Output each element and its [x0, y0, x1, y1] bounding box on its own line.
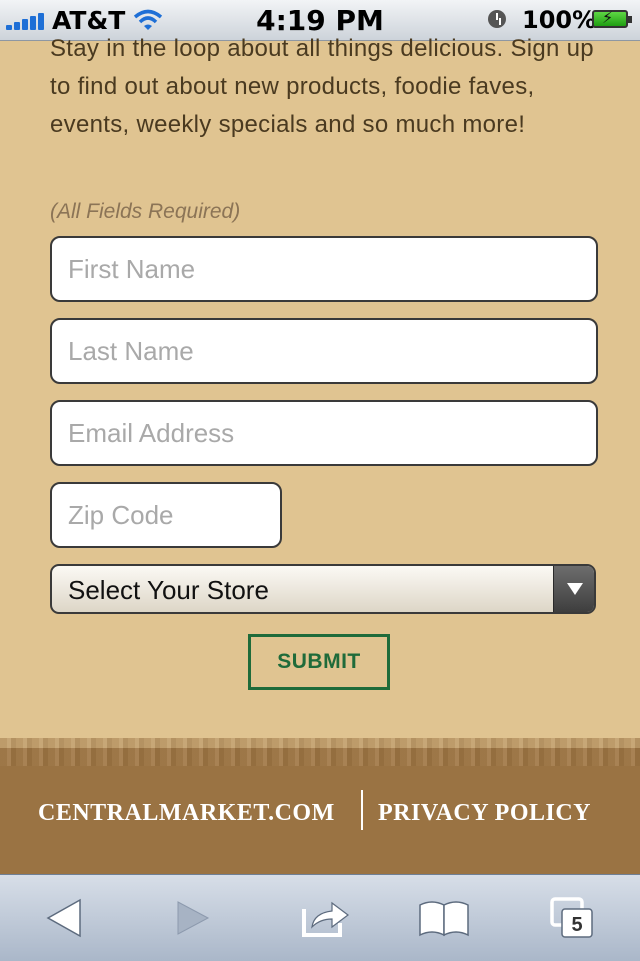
chevron-down-icon [553, 566, 594, 612]
store-select[interactable]: Select Your Store [50, 564, 596, 614]
signup-intro: Stay in the loop about all things delici… [50, 35, 594, 138]
alarm-icon [488, 10, 506, 28]
privacy-policy-link[interactable]: PRIVACY POLICY [378, 800, 591, 827]
footer-divider [361, 790, 363, 830]
forward-arrow-icon[interactable] [162, 893, 222, 943]
share-icon[interactable] [296, 893, 356, 943]
email-field[interactable] [50, 400, 598, 466]
required-note: (All Fields Required) [50, 200, 241, 223]
tabs-icon[interactable]: 5 [544, 893, 604, 943]
submit-button[interactable]: SUBMIT [248, 634, 390, 690]
footer: CENTRALMARKET.COM PRIVACY POLICY [0, 738, 640, 874]
last-name-field[interactable] [50, 318, 598, 384]
footer-texture [0, 738, 640, 766]
bookmarks-icon[interactable] [414, 893, 474, 943]
battery-icon: ⚡ [592, 8, 632, 28]
tab-count: 5 [571, 914, 582, 936]
first-name-field[interactable] [50, 236, 598, 302]
centralmarket-link[interactable]: CENTRALMARKET.COM [38, 800, 335, 827]
back-arrow-icon[interactable] [36, 893, 96, 943]
plug-icon: ⚡ [602, 8, 614, 27]
browser-toolbar: 5 [0, 874, 640, 961]
zip-code-field[interactable] [50, 482, 282, 548]
store-select-label: Select Your Store [68, 575, 269, 605]
